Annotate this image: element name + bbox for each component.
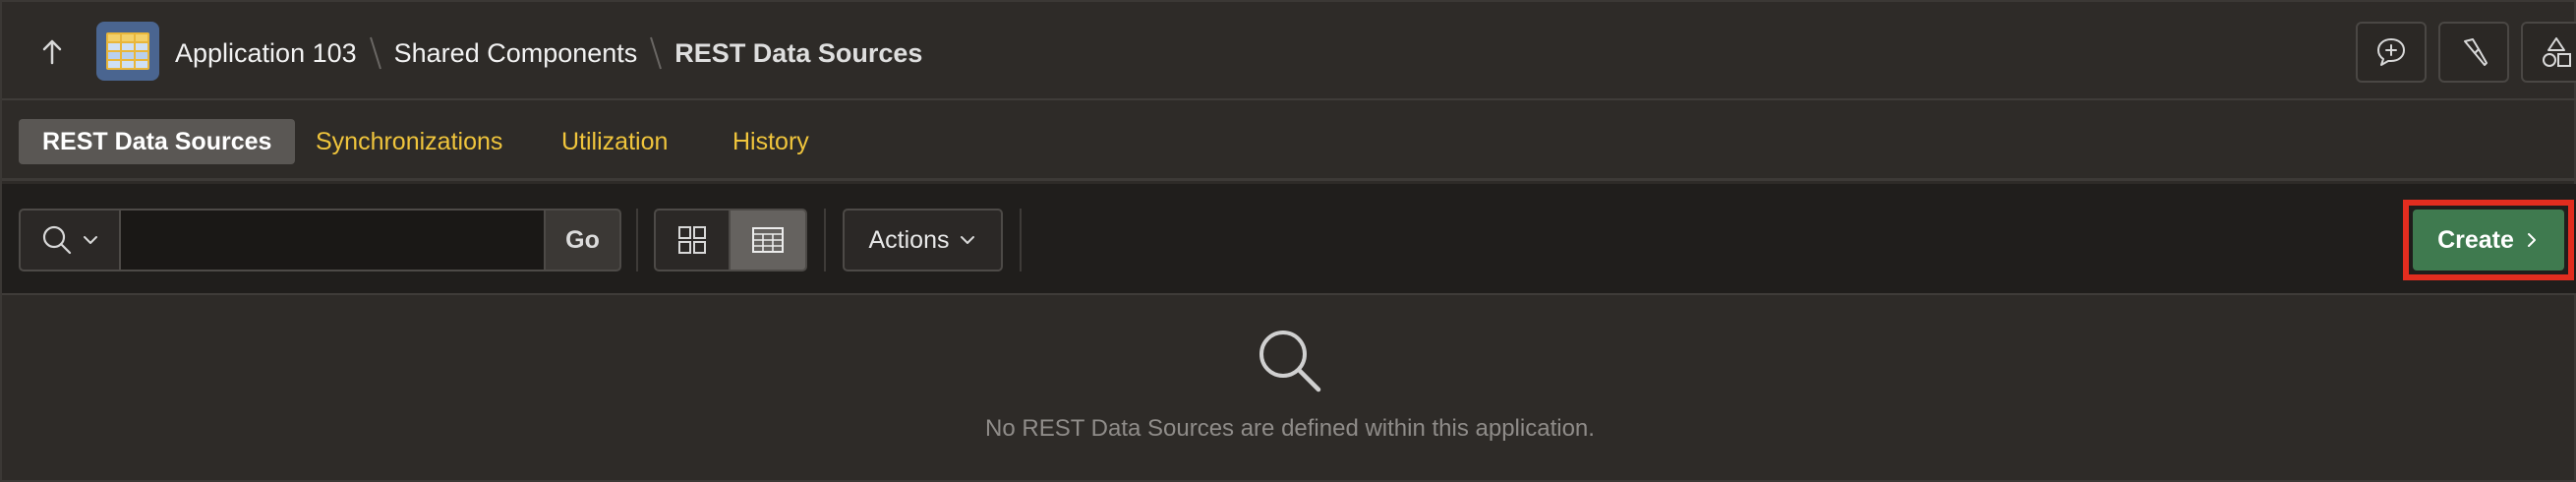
report-toolbar: Go Actions Create [2, 184, 2576, 295]
tab-utilization[interactable]: Utilization [561, 119, 668, 164]
grid-icon [678, 226, 706, 254]
toolbar-divider [824, 209, 826, 271]
header-tools [2356, 22, 2576, 83]
tab-synchronizations[interactable]: Synchronizations [316, 119, 502, 164]
search-group: Go [19, 209, 621, 271]
toolbar-divider [1020, 209, 1022, 271]
page-header: Application 103 Shared Components REST D… [2, 2, 2576, 100]
go-button[interactable]: Go [544, 209, 621, 271]
view-mode-group [654, 209, 807, 271]
create-button[interactable]: Create [2413, 210, 2564, 271]
page: Application 103 Shared Components REST D… [0, 0, 2576, 482]
breadcrumb-shared-components[interactable]: Shared Components [394, 38, 638, 69]
report-view-button[interactable] [731, 209, 807, 271]
breadcrumb-separator-icon [369, 36, 381, 70]
toolbar-divider [636, 209, 638, 271]
flashlight-icon [2464, 38, 2488, 66]
breadcrumb: Application 103 Shared Components REST D… [175, 31, 922, 75]
shapes-icon [2543, 37, 2571, 67]
actions-menu-button[interactable]: Actions [843, 209, 1003, 271]
search-icon [42, 225, 72, 255]
icon-view-button[interactable] [654, 209, 731, 271]
shapes-button[interactable] [2521, 22, 2576, 83]
chevron-down-icon [84, 236, 97, 244]
breadcrumb-separator-icon [650, 36, 663, 70]
up-arrow-icon[interactable] [35, 35, 69, 69]
tab-history[interactable]: History [732, 119, 809, 164]
application-icon[interactable] [96, 22, 159, 81]
empty-state-message: No REST Data Sources are defined within … [985, 415, 1595, 442]
search-input[interactable] [121, 209, 544, 271]
breadcrumb-current-page: REST Data Sources [674, 37, 923, 68]
tab-rest-data-sources[interactable]: REST Data Sources [19, 119, 296, 164]
empty-search-icon [1254, 325, 1324, 395]
flashlight-button[interactable] [2438, 22, 2509, 83]
chevron-right-icon [2527, 233, 2536, 247]
breadcrumb-application[interactable]: Application 103 [175, 38, 357, 69]
create-label: Create [2437, 225, 2514, 254]
search-column-menu[interactable] [19, 209, 121, 271]
tab-bar: REST Data Sources Synchronizations Utili… [2, 102, 2576, 181]
actions-label: Actions [868, 225, 950, 254]
table-icon [752, 227, 784, 253]
chat-button[interactable] [2356, 22, 2427, 83]
chat-icon [2377, 38, 2405, 66]
chevron-down-icon [961, 236, 975, 244]
